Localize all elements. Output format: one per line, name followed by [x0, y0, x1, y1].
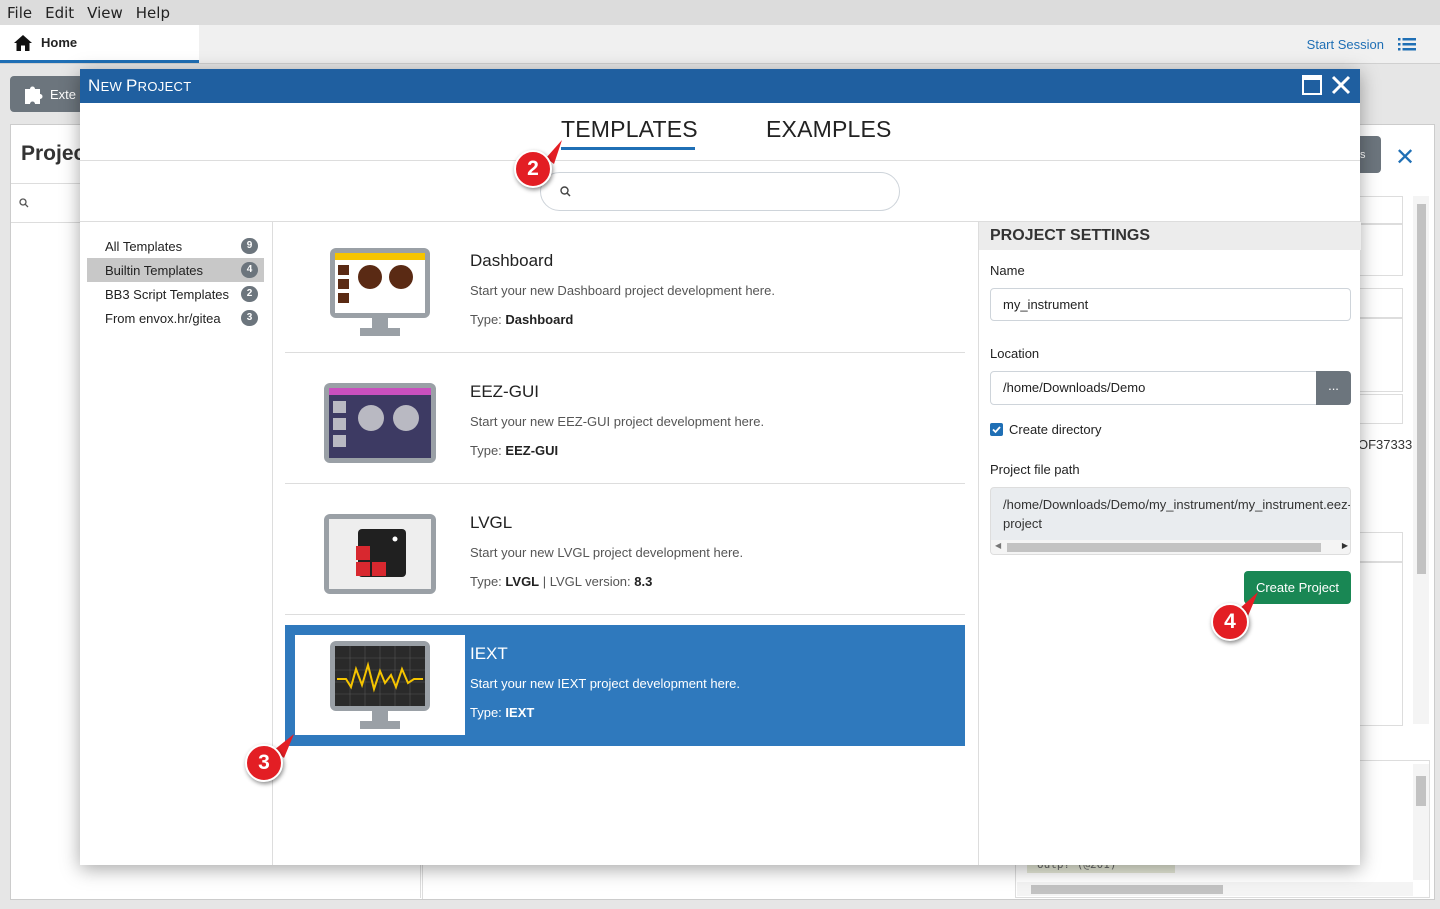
- lvgl-icon: [295, 504, 465, 604]
- browse-button[interactable]: ...: [1316, 371, 1351, 405]
- name-label: Name: [990, 263, 1025, 278]
- background-row: [1355, 224, 1403, 276]
- background-row: [1355, 318, 1403, 392]
- menu-view[interactable]: View: [80, 4, 129, 22]
- file-path-value: /home/Downloads/Demo/my_instrument/my_in…: [1003, 497, 1351, 531]
- count-badge: 9: [241, 238, 258, 254]
- background-row: [1355, 562, 1403, 726]
- template-item-dashboard[interactable]: Dashboard Start your new Dashboard proje…: [285, 232, 965, 353]
- active-tab-indicator: [561, 147, 695, 150]
- template-type: Type: Dashboard: [470, 312, 574, 327]
- template-search[interactable]: [540, 172, 900, 211]
- search-input[interactable]: [581, 179, 881, 205]
- background-scrollbar[interactable]: [1413, 196, 1429, 724]
- background-row: [1355, 394, 1403, 424]
- location-label: Location: [990, 346, 1040, 361]
- menu-bar: File Edit View Help: [0, 0, 1440, 25]
- tab-templates[interactable]: TEMPLATES: [561, 116, 698, 143]
- close-icon[interactable]: [1331, 75, 1351, 95]
- file-path-scrollbar[interactable]: ◀ ▶: [991, 540, 1350, 554]
- tab-home[interactable]: Home: [0, 25, 199, 63]
- check-icon: [992, 426, 1001, 434]
- background-row: [1355, 196, 1403, 224]
- console-horizontal-scrollbar[interactable]: [1017, 882, 1413, 896]
- home-icon: [14, 34, 32, 51]
- category-all-templates[interactable]: All Templates 9: [87, 234, 264, 258]
- count-badge: 4: [241, 262, 258, 278]
- template-description: Start your new LVGL project development …: [470, 545, 744, 560]
- template-description: Start your new Dashboard project develop…: [470, 283, 775, 298]
- project-settings: PROJECT SETTINGS Name my_instrument Loca…: [978, 222, 1361, 865]
- name-field[interactable]: my_instrument: [990, 288, 1351, 321]
- template-item-iext[interactable]: IEXT Start your new IEXT project develop…: [285, 625, 965, 746]
- category-builtin-templates[interactable]: Builtin Templates 4: [87, 258, 264, 282]
- search-icon: [560, 186, 571, 197]
- file-path-field: /home/Downloads/Demo/my_instrument/my_in…: [990, 487, 1351, 555]
- count-badge: 2: [241, 286, 258, 302]
- category-from-envox[interactable]: From envox.hr/gitea 3: [87, 306, 264, 330]
- template-name: IEXT: [470, 644, 508, 663]
- maximize-icon[interactable]: [1302, 75, 1322, 95]
- count-badge: 3: [241, 310, 258, 326]
- dashboard-icon: [295, 242, 465, 342]
- template-type: Type: EEZ-GUI: [470, 443, 559, 458]
- template-item-eez-gui[interactable]: EEZ-GUI Start your new EEZ-GUI project d…: [285, 363, 965, 484]
- background-row: [1355, 288, 1403, 318]
- divider: [422, 863, 423, 899]
- settings-heading: PROJECT SETTINGS: [979, 222, 1361, 250]
- extensions-label: Exte: [50, 86, 77, 102]
- tab-bar: Home Start Session: [0, 25, 1440, 64]
- dialog-tabs: TEMPLATES EXAMPLES: [80, 103, 1360, 161]
- template-description: Start your new IEXT project development …: [470, 676, 741, 691]
- menu-help[interactable]: Help: [129, 4, 176, 22]
- dialog-title: NEW PROJECT: [88, 76, 192, 95]
- start-session-button[interactable]: Start Session: [1307, 25, 1416, 63]
- category-bb3-script-templates[interactable]: BB3 Script Templates 2: [87, 282, 264, 306]
- dialog-titlebar: NEW PROJECT: [80, 69, 1360, 103]
- step-marker-4: 4: [1211, 603, 1249, 641]
- step-marker-3: 3: [245, 744, 283, 782]
- hash-text: OF37333: [1358, 437, 1413, 452]
- location-field[interactable]: /home/Downloads/Demo: [990, 371, 1317, 405]
- background-row: [1355, 532, 1403, 562]
- menu-edit[interactable]: Edit: [38, 4, 80, 22]
- puzzle-icon: [25, 86, 43, 104]
- eez-gui-icon: [295, 373, 465, 473]
- template-list: Dashboard Start your new Dashboard proje…: [274, 222, 978, 865]
- step-marker-2: 2: [514, 150, 552, 188]
- template-name: LVGL: [470, 513, 513, 532]
- console-vertical-scrollbar[interactable]: [1413, 764, 1429, 880]
- template-type: Type: IEXT: [470, 705, 535, 720]
- create-directory-label: Create directory: [1009, 422, 1102, 437]
- template-type: Type: LVGL | LVGL version: 8.3: [470, 574, 653, 589]
- file-path-label: Project file path: [990, 462, 1080, 477]
- menu-file[interactable]: File: [0, 4, 38, 22]
- start-session-label: Start Session: [1306, 36, 1384, 52]
- template-name: EEZ-GUI: [470, 382, 539, 401]
- close-icon[interactable]: ✕: [1395, 143, 1415, 172]
- extensions-button[interactable]: Exte: [10, 76, 90, 112]
- create-directory-checkbox[interactable]: [990, 423, 1003, 436]
- iext-icon: [295, 635, 465, 735]
- template-description: Start your new EEZ-GUI project developme…: [470, 414, 765, 429]
- category-list: All Templates 9 Builtin Templates 4 BB3 …: [80, 222, 273, 865]
- tab-home-label: Home: [41, 35, 78, 50]
- search-icon: [19, 198, 29, 208]
- tab-examples[interactable]: EXAMPLES: [766, 116, 892, 143]
- projects-title: Projec: [21, 142, 86, 165]
- template-item-lvgl[interactable]: LVGL Start your new LVGL project develop…: [285, 494, 965, 615]
- template-name: Dashboard: [470, 251, 554, 270]
- list-icon: [1398, 37, 1416, 50]
